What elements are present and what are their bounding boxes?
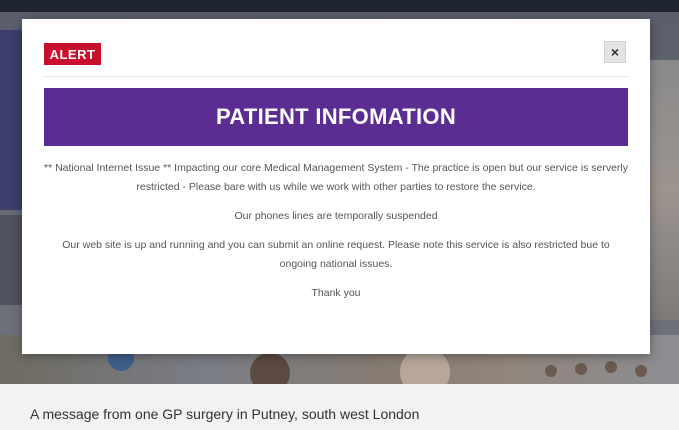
close-icon: × [610, 44, 620, 60]
background-left-panel [0, 30, 24, 210]
background-left-lower-panel [0, 215, 24, 305]
message-paragraph-website: Our web site is up and running and you c… [62, 239, 610, 270]
banner-title: PATIENT INFOMATION [215, 104, 457, 129]
alert-badge: ALERT [44, 43, 101, 65]
alert-modal: ALERT × PATIENT INFOMATION ** National I… [22, 19, 650, 354]
message-paragraph-internet-issue: ** National Internet Issue ** Impacting … [44, 162, 628, 193]
header-divider [44, 76, 628, 77]
message-paragraph-thanks: Thank you [311, 287, 361, 299]
message-paragraph-phones: Our phones lines are temporally suspende… [234, 210, 438, 222]
alert-message: ** National Internet Issue ** Impacting … [44, 159, 628, 313]
background-topbar [0, 0, 679, 12]
caption-area: A message from one GP surgery in Putney,… [0, 384, 679, 430]
close-button[interactable]: × [604, 41, 626, 63]
patient-information-banner: PATIENT INFOMATION [44, 88, 628, 146]
image-caption: A message from one GP surgery in Putney,… [30, 406, 420, 422]
background-right-image [649, 60, 679, 320]
